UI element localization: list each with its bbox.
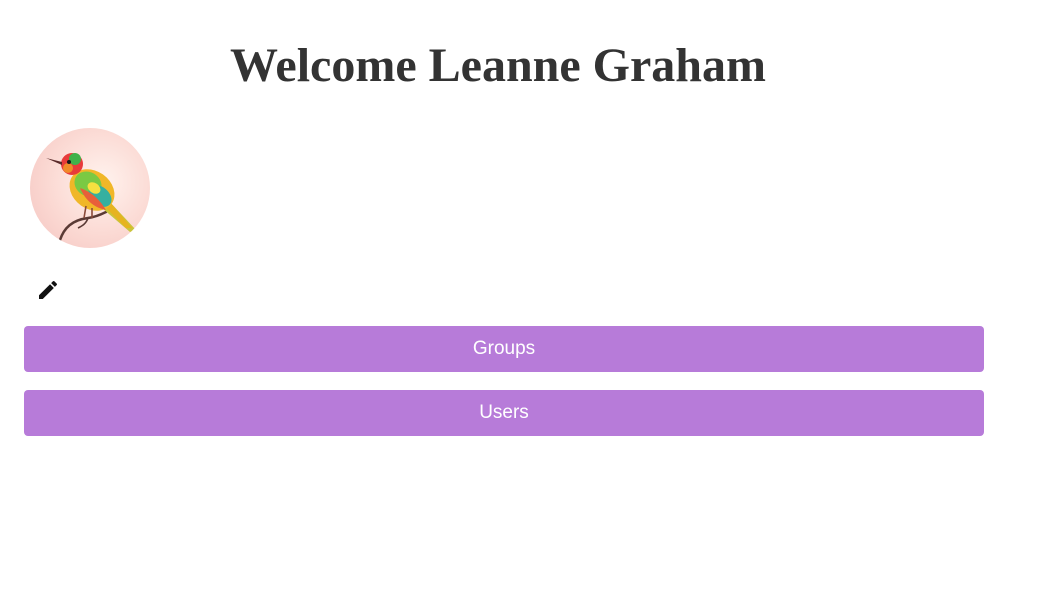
groups-button[interactable]: Groups: [24, 326, 984, 372]
users-button[interactable]: Users: [24, 390, 984, 436]
pencil-icon: [39, 280, 58, 299]
avatar: [30, 128, 150, 248]
page-title: Welcome Leanne Graham: [230, 39, 766, 92]
edit-profile-button[interactable]: [33, 276, 63, 304]
bird-avatar-image: [46, 153, 136, 242]
